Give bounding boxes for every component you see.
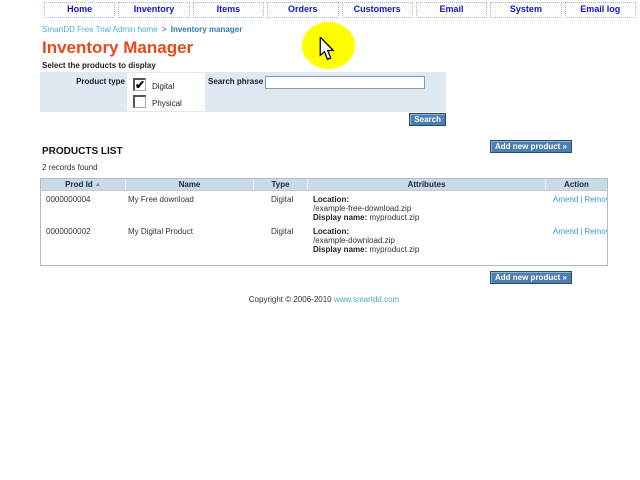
product-type-label: Product type: [40, 77, 125, 86]
top-nav: Home Inventory Items Orders Customers Em…: [44, 2, 636, 18]
display-name-label: Display name:: [313, 245, 367, 254]
breadcrumb: SmartDD Free Trial Admin home > Inventor…: [42, 25, 242, 34]
nav-tab-email-log[interactable]: Email log: [565, 2, 636, 18]
amend-link[interactable]: Amend: [553, 227, 578, 236]
cell-name: My Free download: [126, 195, 254, 223]
display-name-label: Display name:: [313, 213, 367, 222]
amend-link[interactable]: Amend: [553, 195, 578, 204]
smartdd-link[interactable]: www.smartdd.com: [334, 295, 399, 304]
inventory-manager-page: Home Inventory Items Orders Customers Em…: [0, 0, 640, 480]
page-subtitle: Select the products to display: [42, 61, 156, 70]
location-label: Location:: [313, 227, 349, 236]
check-icon: ✔: [135, 78, 145, 92]
breadcrumb-current: Inventory manager: [171, 25, 243, 34]
breadcrumb-separator: >: [162, 25, 167, 34]
nav-tab-system[interactable]: System: [490, 2, 561, 18]
product-type-options: ✔ Digital Physical: [127, 73, 205, 111]
footer-copyright: Copyright © 2006-2010 www.smartdd.com: [40, 295, 608, 304]
breadcrumb-home-link[interactable]: SmartDD Free Trial Admin home: [42, 25, 158, 34]
remove-link[interactable]: Remove: [584, 227, 607, 236]
nav-tab-inventory[interactable]: Inventory: [118, 2, 189, 18]
nav-tab-home[interactable]: Home: [44, 2, 115, 18]
mouse-cursor-icon: [319, 37, 334, 61]
nav-tab-email[interactable]: Email: [416, 2, 487, 18]
column-header-type: Type: [254, 179, 308, 190]
display-name-value: myproduct.zip: [369, 245, 419, 254]
cell-prod-id: 0000000004: [41, 195, 126, 223]
location-value: /example-download.zip: [313, 236, 395, 245]
search-phrase-label: Search phrase: [208, 77, 263, 86]
column-header-name: Name: [126, 179, 254, 190]
digital-checkbox[interactable]: ✔: [133, 78, 146, 91]
table-body: 0000000004 My Free download Digital Loca…: [41, 191, 607, 265]
add-new-product-button-bottom[interactable]: Add new product »: [490, 271, 572, 284]
cell-attributes: Location: /example-free-download.zip Dis…: [308, 195, 546, 223]
remove-link[interactable]: Remove: [584, 195, 607, 204]
filter-panel: Product type ✔ Digital Physical Search p…: [40, 72, 446, 112]
cell-attributes: Location: /example-download.zip Display …: [308, 227, 546, 255]
products-table: Prod Id ▲ Name Type Attributes Action 00…: [40, 178, 608, 266]
table-header-row: Prod Id ▲ Name Type Attributes Action: [41, 179, 607, 191]
column-header-attributes: Attributes: [308, 179, 546, 190]
cell-action: Amend|Remove: [546, 227, 607, 255]
search-phrase-input[interactable]: [265, 76, 425, 89]
records-found-text: 2 records found: [42, 163, 98, 172]
cell-type: Digital: [254, 227, 308, 255]
action-separator: |: [580, 227, 582, 236]
table-row: 0000000004 My Free download Digital Loca…: [41, 191, 607, 223]
column-header-action: Action: [546, 179, 607, 190]
digital-checkbox-label: Digital: [152, 82, 174, 91]
copyright-text: Copyright © 2006-2010: [249, 295, 332, 304]
cell-type: Digital: [254, 195, 308, 223]
sort-asc-icon: ▲: [95, 182, 101, 188]
action-separator: |: [580, 195, 582, 204]
nav-tab-orders[interactable]: Orders: [267, 2, 338, 18]
cell-prod-id: 0000000002: [41, 227, 126, 255]
nav-tab-items[interactable]: Items: [193, 2, 264, 18]
table-row: 0000000002 My Digital Product Digital Lo…: [41, 223, 607, 255]
location-label: Location:: [313, 195, 349, 204]
nav-tab-customers[interactable]: Customers: [342, 2, 413, 18]
add-new-product-button-top[interactable]: Add new product »: [490, 140, 572, 153]
column-header-prod-id-label: Prod Id: [65, 180, 93, 189]
column-header-prod-id[interactable]: Prod Id ▲: [41, 179, 126, 190]
cell-action: Amend|Remove: [546, 195, 607, 223]
cell-name: My Digital Product: [126, 227, 254, 255]
location-value: /example-free-download.zip: [313, 204, 411, 213]
search-button[interactable]: Search: [409, 113, 446, 126]
physical-checkbox[interactable]: [133, 95, 146, 108]
physical-checkbox-label: Physical: [152, 99, 182, 108]
page-title: Inventory Manager: [42, 38, 193, 58]
display-name-value: myproduct.zip: [369, 213, 419, 222]
products-list-heading: PRODUCTS LIST: [42, 146, 123, 157]
